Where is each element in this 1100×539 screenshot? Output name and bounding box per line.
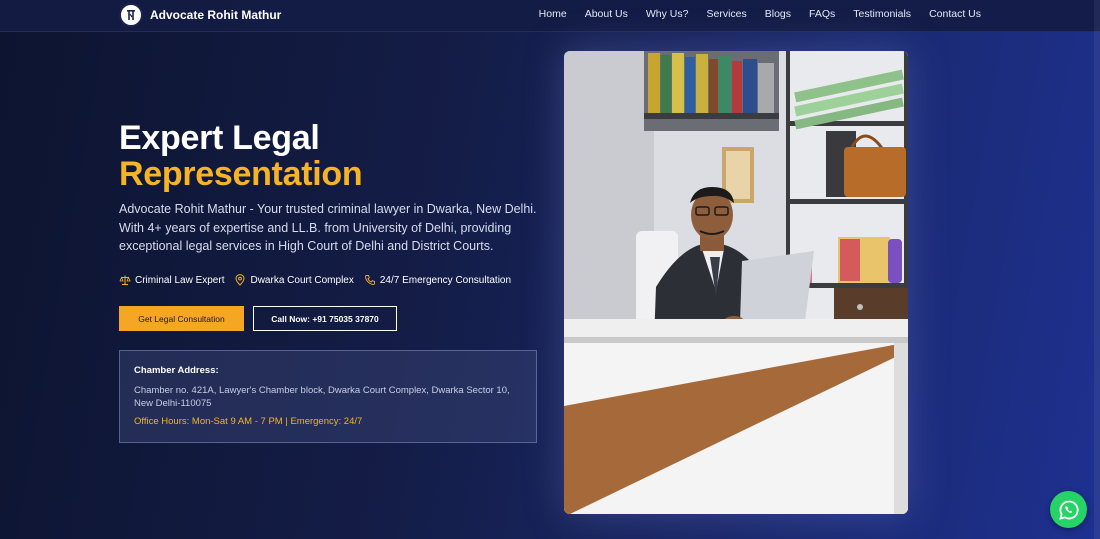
badge-criminal-law: Criminal Law Expert <box>119 274 224 286</box>
office-hours: Office Hours: Mon-Sat 9 AM - 7 PM | Emer… <box>134 416 363 427</box>
hero-title-line1: Expert Legal <box>119 119 320 157</box>
location-pin-icon <box>235 274 245 286</box>
address-title: Chamber Address: <box>134 365 219 376</box>
scale-icon <box>119 275 131 285</box>
hero-description: Advocate Rohit Mathur - Your trusted cri… <box>119 202 537 253</box>
feature-badges: Criminal Law Expert Dwarka Court Complex… <box>119 274 521 286</box>
nav-home[interactable]: Home <box>539 8 567 20</box>
nav-blogs[interactable]: Blogs <box>765 8 791 20</box>
nav-faqs[interactable]: FAQs <box>809 8 835 20</box>
nav-why-us[interactable]: Why Us? <box>646 8 689 20</box>
advocate-photo <box>564 51 908 514</box>
chamber-address-card: Chamber Address: Chamber no. 421A, Lawye… <box>119 350 537 443</box>
nav-testimonials[interactable]: Testimonials <box>853 8 911 20</box>
address-text: Chamber no. 421A, Lawyer's Chamber block… <box>134 385 510 409</box>
call-now-button[interactable]: Call Now: +91 75035 37870 <box>253 306 397 331</box>
navbar: Advocate Rohit Mathur Home About Us Why … <box>0 0 1100 32</box>
hero-title-line2: Representation <box>119 155 363 193</box>
nav-about-us[interactable]: About Us <box>585 8 628 20</box>
badge-label: Criminal Law Expert <box>135 274 225 286</box>
nav-links: Home About Us Why Us? Services Blogs FAQ… <box>521 0 981 28</box>
justice-logo-icon <box>119 3 143 27</box>
badge-emergency: 24/7 Emergency Consultation <box>364 274 511 286</box>
whatsapp-icon <box>1058 500 1079 520</box>
nav-services[interactable]: Services <box>706 8 746 20</box>
get-legal-consultation-button[interactable]: Get Legal Consultation <box>119 306 244 331</box>
hero-title: Expert Legal Representation <box>119 119 363 193</box>
brand-name: Advocate Rohit Mathur <box>150 8 282 22</box>
phone-icon <box>364 275 375 285</box>
badge-label: 24/7 Emergency Consultation <box>379 274 512 286</box>
badge-court-complex: Dwarka Court Complex <box>234 274 354 286</box>
brand[interactable]: Advocate Rohit Mathur <box>119 3 281 27</box>
nav-contact-us[interactable]: Contact Us <box>929 8 981 20</box>
page-scrollbar[interactable] <box>1094 0 1100 539</box>
whatsapp-button[interactable] <box>1050 491 1087 528</box>
badge-label: Dwarka Court Complex <box>250 274 354 286</box>
